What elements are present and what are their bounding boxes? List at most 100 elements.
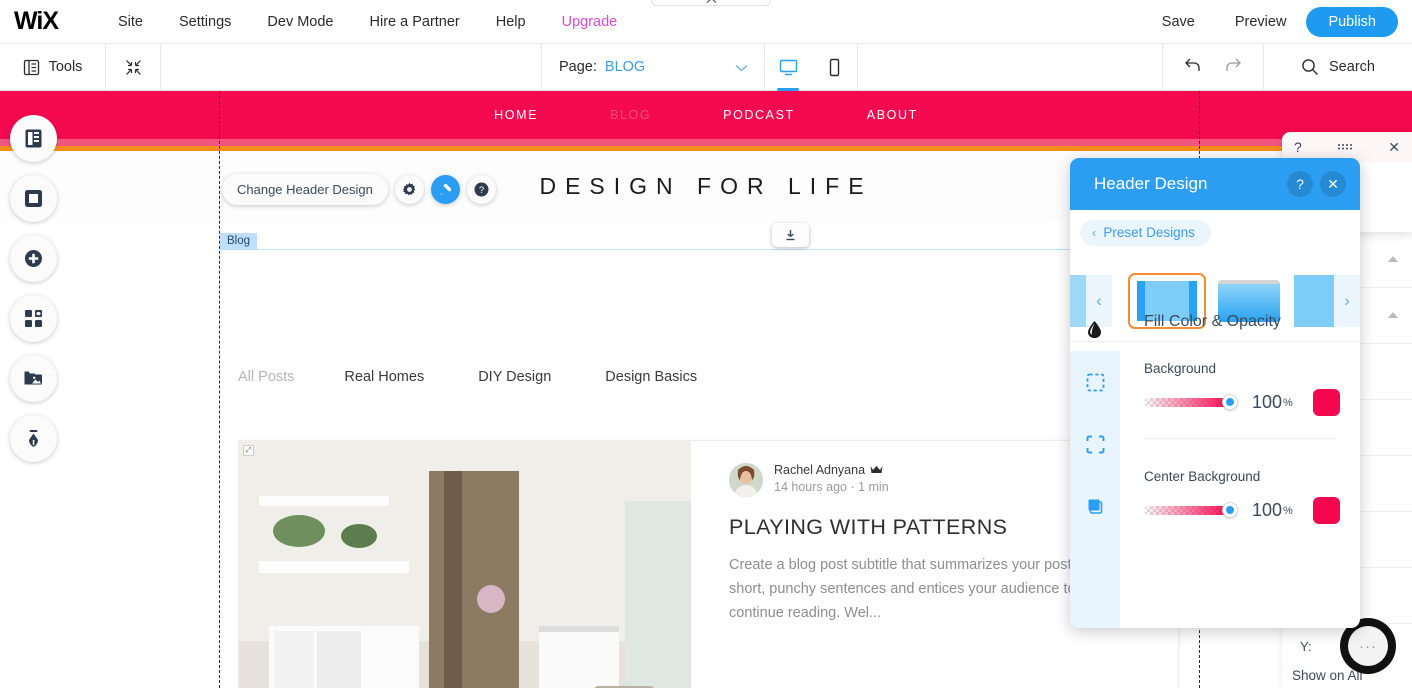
save-button[interactable]: Save <box>1142 14 1215 30</box>
orange-accent-bar <box>0 146 1412 151</box>
sidebar-item-add-apps[interactable] <box>10 295 57 342</box>
fill-color-section-title: Fill Color & Opacity <box>1144 313 1281 330</box>
dashed-border-icon <box>1086 373 1104 391</box>
category-tab-all-posts[interactable]: All Posts <box>238 369 294 385</box>
desktop-icon <box>779 59 797 75</box>
sidebar-item-add[interactable] <box>10 235 57 282</box>
rail-button-borders[interactable] <box>1070 351 1120 413</box>
corners-border-icon <box>1086 435 1104 453</box>
layers-icon <box>1088 499 1102 514</box>
center-background-slider-knob[interactable] <box>1222 502 1238 518</box>
background-field: Background 100 % <box>1144 361 1360 416</box>
sidebar-item-background[interactable] <box>10 175 57 222</box>
desktop-view-button[interactable] <box>765 44 811 91</box>
preview-button[interactable]: Preview <box>1215 14 1307 30</box>
header-settings-button[interactable] <box>394 175 424 204</box>
post-meta: 14 hours ago · 1 min <box>774 480 889 494</box>
scroll-down-button[interactable] <box>772 223 809 247</box>
publish-button[interactable]: Publish <box>1306 6 1398 37</box>
category-tab-diy-design[interactable]: DIY Design <box>478 369 551 385</box>
y-label: Y: <box>1300 638 1312 654</box>
redo-button[interactable] <box>1224 57 1242 78</box>
background-icon <box>25 190 42 207</box>
undo-button[interactable] <box>1184 57 1202 78</box>
site-logo-text: DESIGN FOR LIFE <box>539 172 873 199</box>
topnav-item-site[interactable]: Site <box>100 14 161 30</box>
header-design-panel: Header Design ? ✕ ‹ Preset Designs ‹ › F… <box>1070 158 1360 628</box>
menu-item-blog[interactable]: BLOG <box>610 108 651 122</box>
background-opacity-slider[interactable] <box>1144 394 1238 410</box>
header-design-help-button[interactable]: ? <box>1287 171 1313 197</box>
sidebar-item-blog[interactable] <box>10 415 57 462</box>
header-help-button[interactable]: ? <box>466 175 496 204</box>
caret-icon-2 <box>1388 312 1398 318</box>
menu-item-about[interactable]: ABOUT <box>867 108 918 122</box>
left-sidebar <box>10 115 57 475</box>
background-panel-help[interactable]: ? <box>1294 139 1302 155</box>
background-opacity-value: 100 <box>1252 392 1283 412</box>
fab-dots-icon: ··· <box>1348 626 1388 666</box>
topnav-item-dev-mode[interactable]: Dev Mode <box>249 14 351 30</box>
center-background-color-swatch[interactable] <box>1312 497 1340 524</box>
topnav-item-help[interactable]: Help <box>478 14 544 30</box>
center-background-opacity-slider[interactable] <box>1144 502 1238 518</box>
droplet-icon[interactable] <box>1086 320 1103 344</box>
chevron-down-icon <box>735 60 748 75</box>
tools-button[interactable]: Tools <box>0 44 105 91</box>
page-selector[interactable]: Page: BLOG <box>542 44 764 91</box>
carousel-peek-left[interactable] <box>1070 274 1086 327</box>
center-background-opacity-value: 100 <box>1252 500 1283 520</box>
background-color-swatch[interactable] <box>1312 389 1340 416</box>
brush-icon <box>440 183 452 195</box>
blog-post-card[interactable]: ⤢ Rachel Adnyana 14 hours ago · 1 min PL… <box>238 440 1179 688</box>
post-subtitle: Create a blog post subtitle that summari… <box>729 557 1126 621</box>
topnav-item-settings[interactable]: Settings <box>161 14 249 30</box>
header-edit-toolbar: Change Header Design ? <box>222 174 496 205</box>
search-icon <box>1302 59 1319 75</box>
topbar-collapse-tab[interactable] <box>651 0 771 6</box>
category-tab-real-homes[interactable]: Real Homes <box>344 369 424 385</box>
carousel-prev-button[interactable]: ‹ <box>1086 274 1112 327</box>
sidebar-item-menus-and-pages[interactable] <box>10 115 57 162</box>
sidebar-item-my-uploads[interactable] <box>10 355 57 402</box>
header-shadow-strip <box>0 139 1412 146</box>
menu-item-home[interactable]: HOME <box>494 108 538 122</box>
caret-icon-1 <box>1388 256 1398 262</box>
topnav-item-hire-a-partner[interactable]: Hire a Partner <box>352 14 478 30</box>
background-controls: 100 % <box>1144 389 1360 416</box>
collapse-button[interactable] <box>106 44 160 91</box>
download-arrow-icon <box>786 229 795 240</box>
change-header-design-button[interactable]: Change Header Design <box>222 174 388 205</box>
background-panel-close[interactable]: ✕ <box>1388 139 1400 156</box>
background-label: Background <box>1144 361 1217 376</box>
center-background-label: Center Background <box>1144 469 1261 484</box>
image-crop-handle[interactable]: ⤢ <box>243 445 254 456</box>
background-slider-knob[interactable] <box>1222 394 1238 410</box>
blog-section-tag: Blog <box>220 233 258 250</box>
post-image[interactable]: ⤢ <box>239 441 691 688</box>
undo-icon <box>1185 58 1200 71</box>
category-tab-design-basics[interactable]: Design Basics <box>605 369 697 385</box>
rail-button-corners[interactable] <box>1070 413 1120 475</box>
show-on-all-link[interactable]: Show on All <box>1292 668 1363 683</box>
header-design-button[interactable] <box>430 175 460 204</box>
wix-logo[interactable]: WiX <box>14 7 59 36</box>
topnav-item-upgrade[interactable]: Upgrade <box>544 14 636 30</box>
post-title[interactable]: PLAYING WITH PATTERNS <box>729 515 1007 540</box>
toolbar-spacer-2 <box>858 44 1162 91</box>
svg-text:?: ? <box>479 185 484 196</box>
header-design-close-button[interactable]: ✕ <box>1320 171 1346 197</box>
menu-item-podcast[interactable]: PODCAST <box>723 108 795 122</box>
mobile-view-button[interactable] <box>811 44 857 91</box>
avatar <box>729 463 763 497</box>
search-button[interactable]: Search <box>1264 44 1412 91</box>
preset-designs-breadcrumb[interactable]: ‹ Preset Designs <box>1080 220 1211 246</box>
redo-icon <box>1226 58 1241 71</box>
post-author: Rachel Adnyana <box>774 463 889 477</box>
mobile-icon <box>829 58 839 76</box>
rail-button-layers[interactable] <box>1070 475 1120 537</box>
center-background-field: Center Background 100 % <box>1144 469 1360 524</box>
drag-handle-icon[interactable] <box>1337 138 1353 156</box>
plus-icon <box>25 250 42 267</box>
